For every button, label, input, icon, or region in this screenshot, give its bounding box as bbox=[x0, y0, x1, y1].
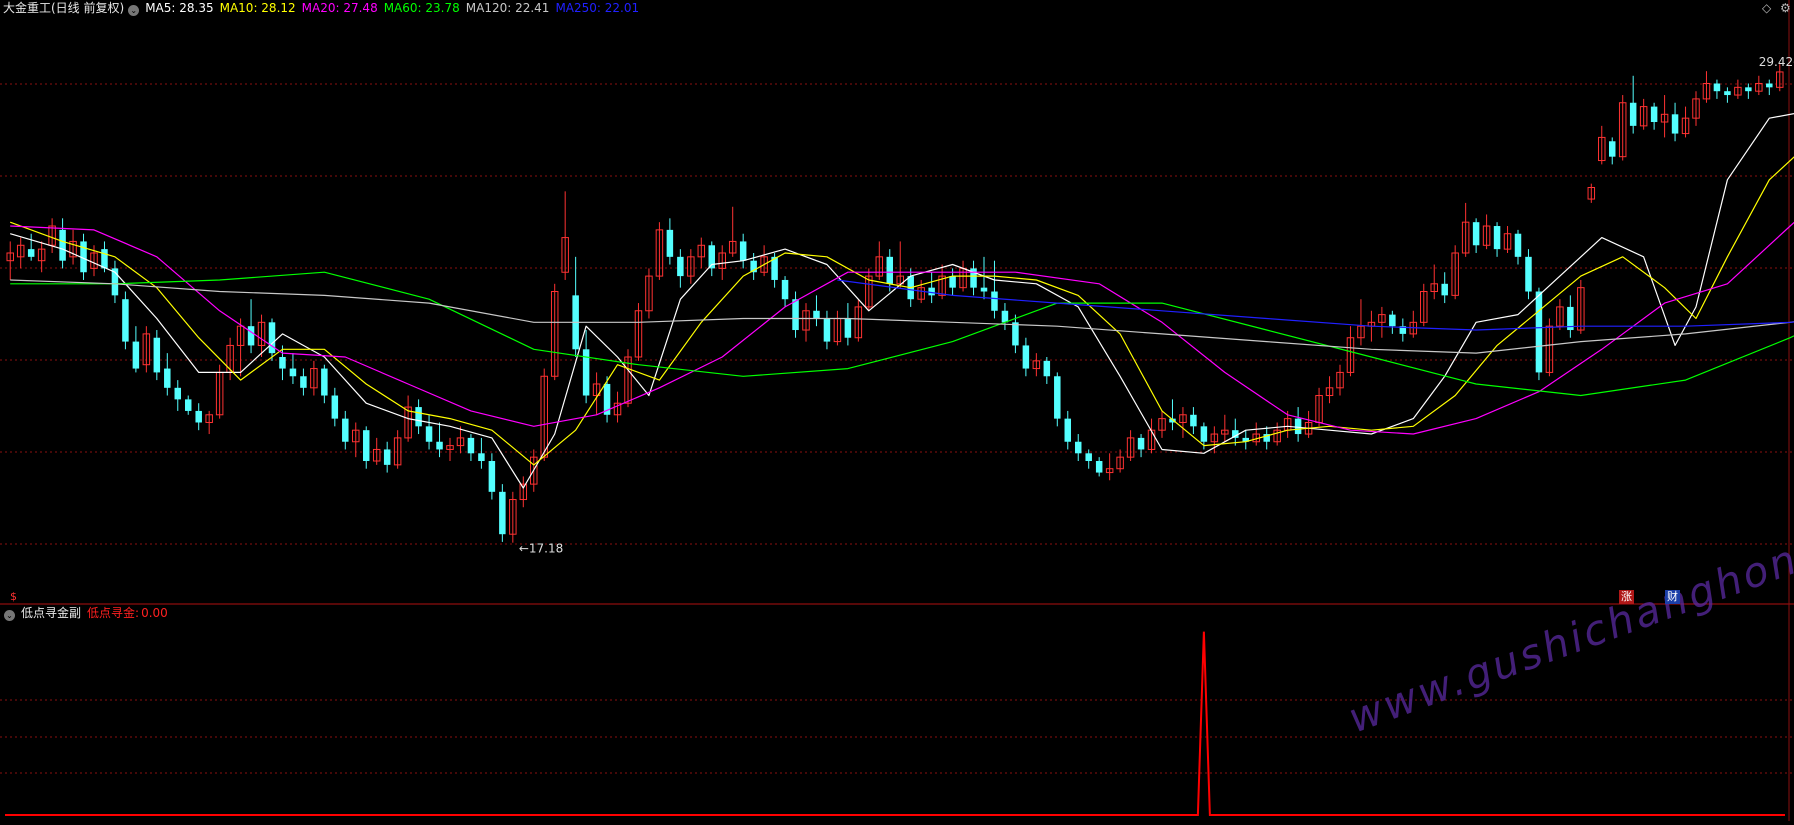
candle-body bbox=[1095, 461, 1103, 473]
sub-indicator-title: 低点寻金副 bbox=[21, 606, 82, 620]
candle-body bbox=[1294, 418, 1302, 435]
candle-body bbox=[279, 356, 286, 369]
settings-menu-icon[interactable]: ⚙ bbox=[1780, 1, 1791, 15]
candle-body bbox=[268, 322, 276, 354]
candle-body bbox=[478, 453, 485, 462]
zhang-badge[interactable]: 涨 bbox=[1619, 590, 1634, 604]
candle-body bbox=[991, 291, 998, 311]
candle-body bbox=[247, 326, 255, 346]
main-header: 大金重工(日线 前复权) ⌄ MA5: 28.35 MA10: 28.12 MA20: … bbox=[3, 0, 645, 16]
candle-body bbox=[195, 410, 202, 423]
candle-body bbox=[1200, 426, 1208, 442]
candle-body bbox=[1493, 226, 1501, 250]
candle-body bbox=[1525, 256, 1532, 292]
candle-body bbox=[362, 430, 370, 462]
candle-body bbox=[1472, 222, 1480, 246]
candle-body bbox=[289, 368, 297, 377]
low-price-label: ←17.18 bbox=[519, 542, 563, 556]
candle-body bbox=[331, 395, 339, 419]
candle-body bbox=[467, 437, 475, 454]
candle-body bbox=[1085, 453, 1092, 462]
ma-label-4: MA120: 22.41 bbox=[465, 1, 550, 15]
candle-body bbox=[1724, 91, 1731, 96]
candle-body bbox=[122, 299, 129, 342]
ma-label-0: MA5: 28.35 bbox=[145, 1, 214, 15]
candle-body bbox=[928, 287, 935, 296]
candle-body bbox=[949, 276, 956, 288]
candle-body bbox=[425, 426, 433, 442]
candle-body bbox=[781, 279, 789, 300]
candle-body bbox=[792, 299, 799, 331]
candle-body bbox=[436, 441, 443, 450]
candle-body bbox=[1514, 233, 1522, 257]
candle-body bbox=[1535, 291, 1543, 373]
candle-body bbox=[174, 387, 182, 400]
candle-body bbox=[415, 407, 422, 427]
candle-body bbox=[844, 318, 852, 338]
candle-body bbox=[488, 461, 496, 492]
candle-body bbox=[101, 249, 108, 269]
ma-label-3: MA60: 23.78 bbox=[383, 1, 460, 15]
candle-body bbox=[1001, 310, 1009, 323]
candle-body bbox=[813, 310, 820, 319]
candle-body bbox=[1389, 314, 1396, 327]
candle-body bbox=[1074, 441, 1082, 454]
candle-body bbox=[321, 368, 328, 396]
candle-body bbox=[342, 418, 349, 442]
sub-indicator-value: 0.00 bbox=[141, 606, 168, 620]
candle-body bbox=[677, 256, 684, 277]
dollar-marker: $ bbox=[10, 590, 17, 603]
candle-body bbox=[184, 399, 192, 411]
candle-body bbox=[1650, 106, 1658, 123]
candle-body bbox=[1190, 414, 1197, 427]
candle-body bbox=[1713, 83, 1721, 92]
candle-body bbox=[1043, 360, 1051, 377]
sub-header: ⌄ 低点寻金副 低点寻金: 0.00 bbox=[3, 605, 174, 621]
candle-body bbox=[1671, 114, 1679, 134]
candle-body bbox=[1022, 345, 1030, 369]
candle-body bbox=[1608, 141, 1616, 157]
candle-body bbox=[164, 368, 171, 388]
chart-background bbox=[0, 0, 1794, 821]
candle-body bbox=[499, 491, 506, 535]
sub-indicator-label: 低点寻金: bbox=[87, 606, 140, 620]
candle-body bbox=[153, 337, 161, 373]
candle-body bbox=[1064, 418, 1072, 442]
candle-body bbox=[27, 249, 35, 257]
ma-label-5: MA250: 22.01 bbox=[555, 1, 640, 15]
ma-label-2: MA20: 27.48 bbox=[301, 1, 378, 15]
sub-collapse-toggle-icon[interactable]: ⌄ bbox=[4, 610, 15, 621]
high-price-label: 29.42→ bbox=[1759, 55, 1794, 69]
ma-legend: MA5: 28.35 MA10: 28.12 MA20: 27.48 MA60: 23… bbox=[145, 1, 645, 15]
candle-body bbox=[1629, 102, 1637, 126]
candle-body bbox=[739, 241, 747, 261]
candle-body bbox=[1766, 83, 1773, 88]
candle-body bbox=[886, 256, 894, 284]
grid bbox=[0, 0, 1794, 821]
chart-stage: ←17.1829.42→ www.gushichanghong.com 大金重工… bbox=[0, 0, 1794, 821]
candle-body bbox=[1054, 376, 1061, 419]
candle-body bbox=[59, 229, 66, 261]
candle-body bbox=[383, 449, 391, 465]
candle-body bbox=[1012, 322, 1019, 346]
candle-body bbox=[132, 341, 140, 369]
ma-label-1: MA10: 28.12 bbox=[219, 1, 296, 15]
candle-body bbox=[1137, 437, 1145, 450]
stock-title: 大金重工(日线 前复权) bbox=[3, 1, 125, 15]
candle-body bbox=[1745, 87, 1752, 92]
candle-body bbox=[823, 318, 831, 342]
candle-body bbox=[666, 229, 674, 257]
settings-diamond-icon[interactable]: ◇ bbox=[1762, 1, 1771, 15]
collapse-toggle-icon[interactable]: ⌄ bbox=[128, 5, 140, 16]
kline-chart[interactable]: ←17.1829.42→ www.gushichanghong.com bbox=[0, 0, 1794, 821]
candle-body bbox=[300, 376, 307, 388]
candle-body bbox=[1441, 283, 1448, 296]
cai-badge[interactable]: 财 bbox=[1665, 590, 1680, 604]
candle-body bbox=[980, 287, 988, 292]
